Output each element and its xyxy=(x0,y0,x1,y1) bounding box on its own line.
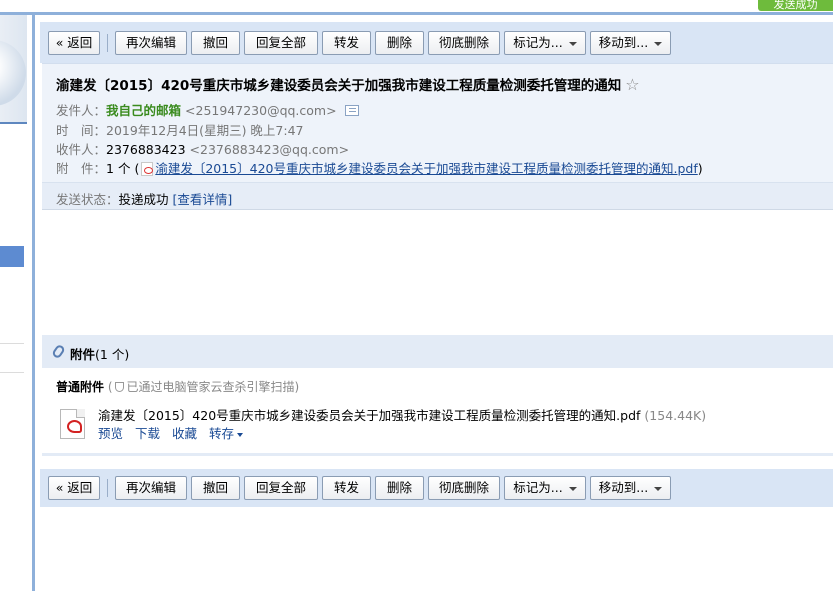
mark-as-dropdown[interactable]: 标记为... xyxy=(504,31,586,55)
time-row: 时 间：2019年12月4日(星期三) 晚上7:47 xyxy=(56,120,303,139)
recipient-address: <2376883423@qq.com> xyxy=(189,142,350,157)
mark-as-label: 标记为... xyxy=(513,480,563,495)
sidebar-separator xyxy=(0,372,24,373)
paperclip-icon xyxy=(51,343,66,360)
recall-button[interactable]: 撤回 xyxy=(191,31,240,55)
attachment-close-paren: ) xyxy=(697,161,703,176)
mail-subject: 渝建发〔2015〕420号重庆市城乡建设委员会关于加强我市建设工程质量检测委托管… xyxy=(56,74,640,94)
shield-icon xyxy=(114,382,124,392)
normal-attachments-header: 普通附件 ( 已通过电脑管家云查杀引擎扫描) xyxy=(56,378,299,395)
sender-name[interactable]: 我自己的邮箱 xyxy=(106,103,181,118)
mark-as-label: 标记为... xyxy=(513,35,563,50)
from-row: 发件人：我自己的邮箱 <251947230@qq.com> xyxy=(56,100,359,119)
header-divider xyxy=(42,209,833,210)
attachment-row: 附 件：1 个 ( 渝建发〔2015〕420号重庆市城乡建设委员会关于加强我市建设… xyxy=(56,158,703,177)
download-link[interactable]: 下载 xyxy=(135,426,160,441)
frame-border xyxy=(32,15,35,591)
reply-all-button[interactable]: 回复全部 xyxy=(244,476,318,500)
mail-read-view: 发送成功 « 返回 再次编辑 撤回 回复全部 转发 删除 彻底删除 标记为...… xyxy=(0,0,833,591)
toolbar-top: « 返回 再次编辑 撤回 回复全部 转发 删除 彻底删除 标记为... 移动到.… xyxy=(40,22,833,63)
toolbar-separator xyxy=(107,34,108,52)
normal-attachments-label: 普通附件 xyxy=(56,380,105,394)
attachments-title: 附件(1 个) xyxy=(70,344,129,363)
chevron-down-icon xyxy=(654,486,663,491)
save-to-label: 转存 xyxy=(209,426,235,441)
send-status-bar: 发送状态：投递成功 [查看详情] xyxy=(42,182,833,210)
attachment-link[interactable]: 渝建发〔2015〕420号重庆市城乡建设委员会关于加强我市建设工程质量检测委托管… xyxy=(155,161,697,176)
attachment-label: 附 件： xyxy=(56,161,107,176)
time-label: 时 间： xyxy=(56,123,107,138)
scan-status: 已通过电脑管家云查杀引擎扫描 xyxy=(126,380,295,394)
recipient-name[interactable]: 2376883423 xyxy=(106,142,186,157)
attachment-file: 渝建发〔2015〕420号重庆市城乡建设委员会关于加强我市建设工程质量检测委托管… xyxy=(98,405,706,424)
sender-address: <251947230@qq.com> xyxy=(185,103,337,118)
attachments-section: 附件(1 个) 普通附件 ( 已通过电脑管家云查杀引擎扫描) 渝建发〔2015〕4… xyxy=(42,335,833,456)
move-to-dropdown[interactable]: 移动到... xyxy=(590,31,671,55)
chevron-down-icon xyxy=(237,432,244,437)
move-to-label: 移动到... xyxy=(598,35,649,50)
toolbar-separator xyxy=(107,479,108,497)
move-to-dropdown[interactable]: 移动到... xyxy=(590,476,671,500)
to-label: 收件人： xyxy=(56,142,107,157)
star-icon[interactable]: ☆ xyxy=(625,75,639,94)
recall-button[interactable]: 撤回 xyxy=(191,476,240,500)
back-button[interactable]: « 返回 xyxy=(48,476,100,500)
status-label: 发送状态： xyxy=(56,192,119,207)
attachments-count: (1 个) xyxy=(95,347,130,362)
chevron-down-icon xyxy=(568,486,577,491)
to-row: 收件人：2376883423 <2376883423@qq.com> xyxy=(56,139,349,158)
sidebar-separator xyxy=(0,343,24,344)
delete-permanently-button[interactable]: 彻底删除 xyxy=(428,476,500,500)
back-button[interactable]: « 返回 xyxy=(48,31,100,55)
delete-button[interactable]: 删除 xyxy=(375,476,424,500)
favorite-link[interactable]: 收藏 xyxy=(172,426,197,441)
attachment-count: 1 个 xyxy=(106,161,131,176)
from-label: 发件人： xyxy=(56,103,107,118)
subject-text: 渝建发〔2015〕420号重庆市城乡建设委员会关于加强我市建设工程质量检测委托管… xyxy=(56,78,622,94)
move-to-label: 移动到... xyxy=(598,480,649,495)
sidebar-item-active[interactable] xyxy=(0,246,24,267)
forward-button[interactable]: 转发 xyxy=(322,31,371,55)
attachments-title-text: 附件 xyxy=(70,347,96,362)
forward-button[interactable]: 转发 xyxy=(322,476,371,500)
send-status-row: 发送状态：投递成功 [查看详情] xyxy=(56,189,232,208)
sidebar-divider xyxy=(0,122,27,124)
scan-close-paren: ) xyxy=(294,380,300,394)
delete-permanently-button[interactable]: 彻底删除 xyxy=(428,31,500,55)
mail-header: 渝建发〔2015〕420号重庆市城乡建设委员会关于加强我市建设工程质量检测委托管… xyxy=(42,63,833,210)
mark-as-dropdown[interactable]: 标记为... xyxy=(504,476,586,500)
time-value: 2019年12月4日(星期三) 晚上7:47 xyxy=(106,123,304,138)
pdf-icon xyxy=(141,162,154,176)
preview-link[interactable]: 预览 xyxy=(98,426,123,441)
save-to-dropdown[interactable]: 转存 xyxy=(209,426,244,441)
attachment-file-size: (154.44K) xyxy=(644,408,707,423)
chevron-down-icon xyxy=(654,41,663,46)
attachments-title-bar: 附件(1 个) xyxy=(42,335,833,368)
attachment-open-paren: ( xyxy=(134,161,140,176)
pdf-file-icon[interactable] xyxy=(60,409,85,439)
sent-success-badge: 发送成功 xyxy=(758,0,833,11)
delete-button[interactable]: 删除 xyxy=(375,31,424,55)
reply-all-button[interactable]: 回复全部 xyxy=(244,31,318,55)
attachment-file-name: 渝建发〔2015〕420号重庆市城乡建设委员会关于加强我市建设工程质量检测委托管… xyxy=(98,408,641,423)
edit-again-button[interactable]: 再次编辑 xyxy=(115,31,187,55)
scan-open-paren: ( xyxy=(107,380,113,394)
top-strip xyxy=(0,0,833,12)
attachment-actions: 预览 下载 收藏 转存 xyxy=(98,423,255,442)
edit-again-button[interactable]: 再次编辑 xyxy=(115,476,187,500)
chevron-down-icon xyxy=(568,41,577,46)
top-divider xyxy=(0,12,833,15)
contact-card-icon[interactable] xyxy=(344,105,359,116)
status-value: 投递成功 xyxy=(118,192,169,207)
toolbar-bottom: « 返回 再次编辑 撤回 回复全部 转发 删除 彻底删除 标记为... 移动到.… xyxy=(40,469,833,507)
view-details-link[interactable]: [查看详情] xyxy=(173,192,233,207)
